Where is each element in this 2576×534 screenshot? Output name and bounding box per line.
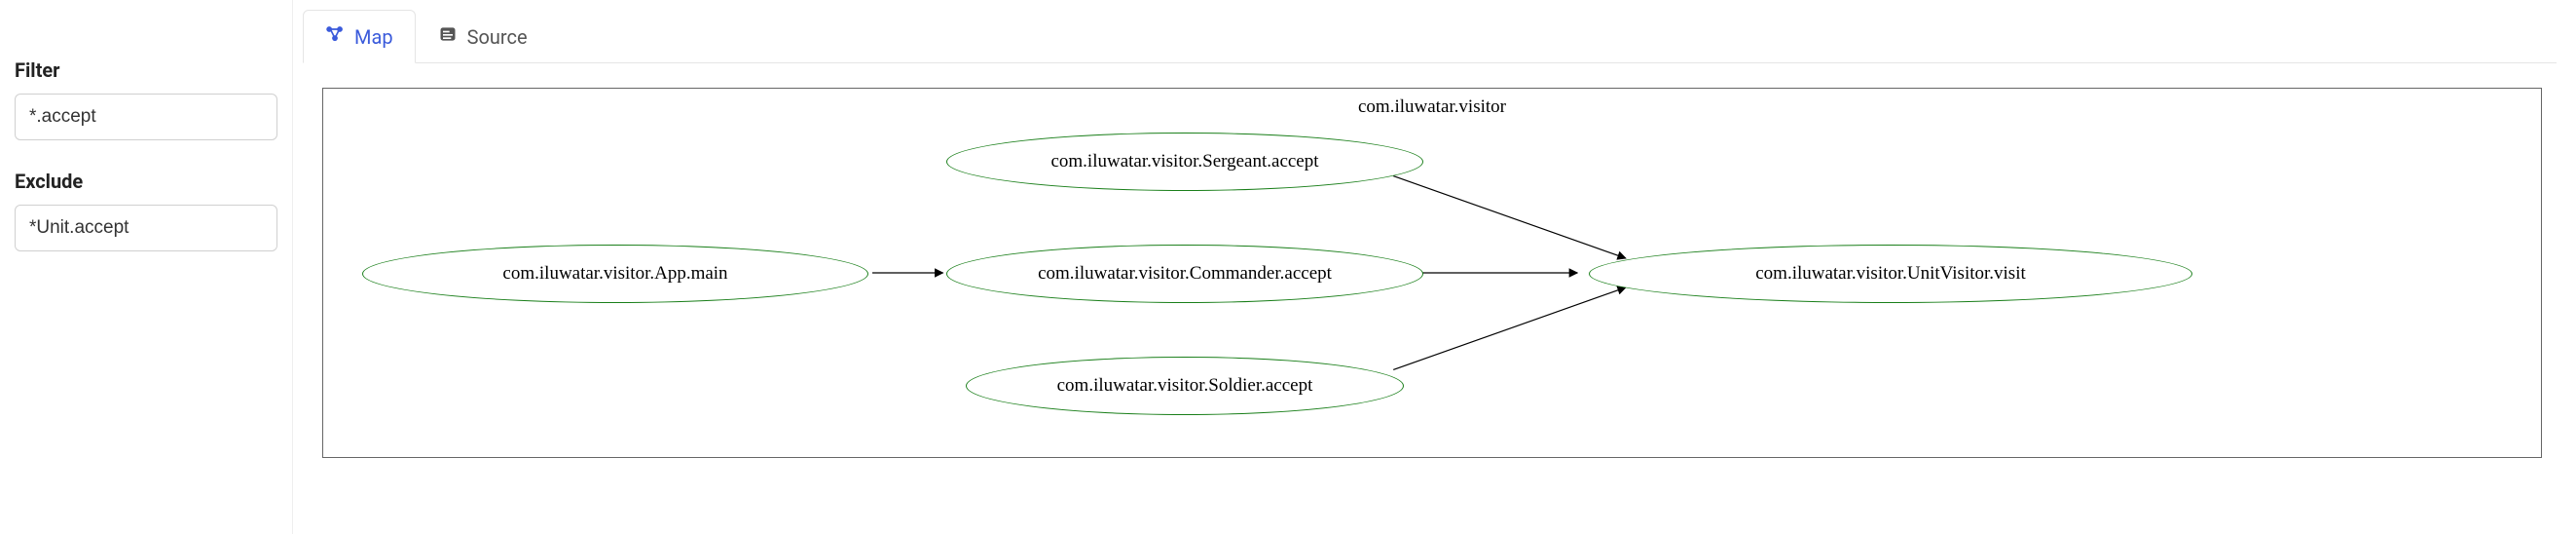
node-soldier-label: com.iluwatar.visitor.Soldier.accept xyxy=(1057,375,1313,397)
node-sergeant-label: com.iluwatar.visitor.Sergeant.accept xyxy=(1050,151,1318,172)
node-commander-label: com.iluwatar.visitor.Commander.accept xyxy=(1038,263,1332,285)
node-app-main-label: com.iluwatar.visitor.App.main xyxy=(502,263,727,285)
diagram-container: com.iluwatar.visitor com.iluwatar.visito… xyxy=(322,88,2542,458)
source-icon xyxy=(438,24,458,49)
node-sergeant[interactable]: com.iluwatar.visitor.Sergeant.accept xyxy=(946,133,1423,191)
main-panel: Map Source com.iluwatar.visitor xyxy=(292,0,2576,534)
node-commander[interactable]: com.iluwatar.visitor.Commander.accept xyxy=(946,245,1423,303)
filter-input[interactable] xyxy=(15,94,277,140)
exclude-input[interactable] xyxy=(15,205,277,251)
tabs: Map Source xyxy=(303,10,2557,63)
graph-icon xyxy=(325,24,345,49)
filter-label: Filter xyxy=(15,58,277,82)
diagram-package-title: com.iluwatar.visitor xyxy=(323,96,2541,118)
tab-map[interactable]: Map xyxy=(303,10,416,63)
tab-source-label: Source xyxy=(467,25,528,49)
sidebar: Filter Exclude xyxy=(0,0,292,534)
tab-source[interactable]: Source xyxy=(416,10,550,63)
node-unitvisitor-label: com.iluwatar.visitor.UnitVisitor.visit xyxy=(1755,263,2026,285)
node-unitvisitor[interactable]: com.iluwatar.visitor.UnitVisitor.visit xyxy=(1589,245,2192,303)
node-soldier[interactable]: com.iluwatar.visitor.Soldier.accept xyxy=(966,357,1404,415)
node-app-main[interactable]: com.iluwatar.visitor.App.main xyxy=(362,245,868,303)
tab-map-label: Map xyxy=(354,25,393,49)
exclude-label: Exclude xyxy=(15,170,277,193)
